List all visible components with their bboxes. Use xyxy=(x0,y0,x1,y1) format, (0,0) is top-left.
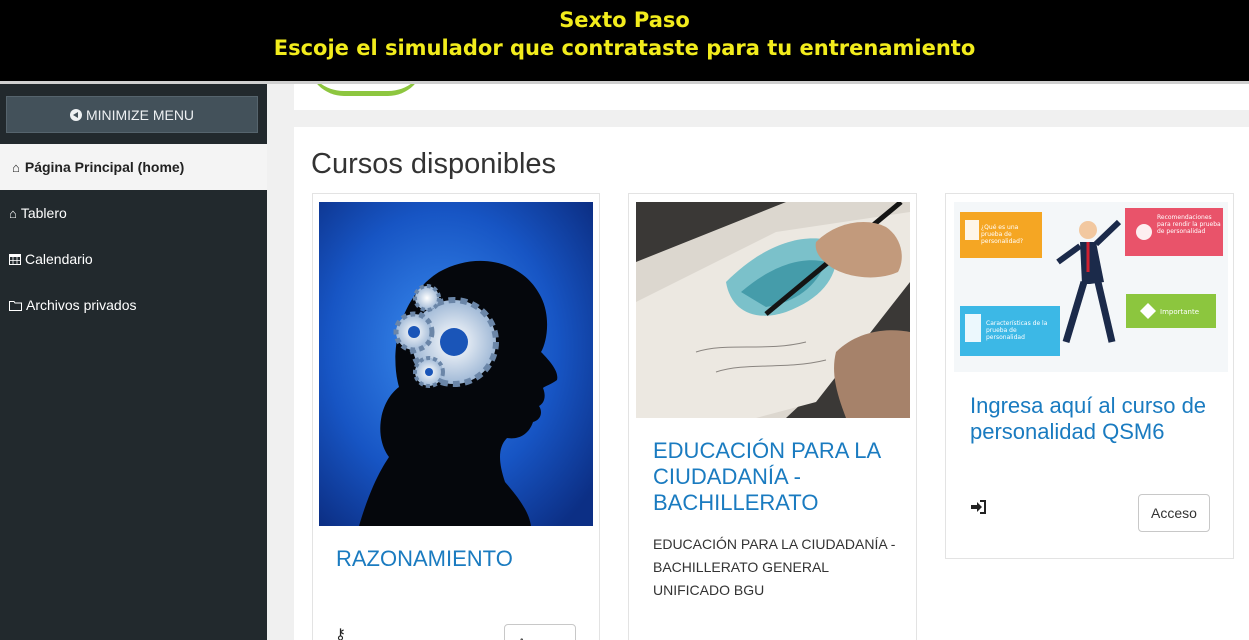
page-header xyxy=(294,84,1249,110)
banner-title: Sexto Paso xyxy=(559,8,690,32)
sidebar-item-label: Archivos privados xyxy=(26,297,137,313)
calendar-icon xyxy=(9,254,21,265)
home-icon: ⌂ xyxy=(12,159,20,175)
access-button[interactable]: Acceso xyxy=(504,624,576,640)
page-title: Cursos disponibles xyxy=(311,148,557,180)
minimize-menu-label: MINIMIZE MENU xyxy=(85,106,195,123)
banner-subtitle: Escoje el simulador que contrataste para… xyxy=(273,36,976,60)
key-icon: ⚷ xyxy=(335,626,346,640)
course-summary: EDUCACIÓN PARA LA CIUDADANÍA - BACHILLER… xyxy=(653,536,896,598)
course-title-link[interactable]: RAZONAMIENTO xyxy=(336,546,586,572)
sidebar-item-label: Tablero xyxy=(20,205,67,221)
minimize-menu-button[interactable]: MINIMIZE MENU xyxy=(6,96,258,133)
sidebar-item-tablero[interactable]: ⌂ Tablero xyxy=(0,191,267,235)
sign-in-icon xyxy=(971,500,986,514)
caption-banner: Sexto Paso Escoje el simulador que contr… xyxy=(0,0,1249,81)
course-card-personalidad: ¿Qué es una prueba de personalidad? Reco… xyxy=(945,193,1234,559)
course-card-razonamiento: RAZONAMIENTO ⚷ Acceso xyxy=(312,193,600,640)
watercolor-painting-image[interactable] xyxy=(636,202,910,418)
banner-divider xyxy=(0,81,1249,84)
infographic-text: Recomendaciones para rendir la prueba de… xyxy=(1157,214,1221,235)
infographic-text: ¿Qué es una prueba de personalidad? xyxy=(981,224,1024,245)
sidebar-item-label: Página Principal (home) xyxy=(24,159,185,175)
infographic-text: Importante xyxy=(1160,308,1200,316)
folder-icon xyxy=(9,300,22,311)
access-button[interactable]: Acceso xyxy=(1138,494,1210,532)
course-card-educacion: EDUCACIÓN PARA LA CIUDADANÍA - BACHILLER… xyxy=(628,193,917,640)
circle-arrow-left-icon xyxy=(69,108,82,121)
sidebar-item-home[interactable]: ⌂ Página Principal (home) xyxy=(0,144,267,190)
sidebar-item-calendario[interactable]: Calendario xyxy=(0,237,267,281)
sidebar: MINIMIZE MENU ⌂ Página Principal (home) … xyxy=(0,84,267,640)
sidebar-item-archivos[interactable]: Archivos privados xyxy=(0,283,267,327)
head-gears-image[interactable] xyxy=(319,202,593,526)
course-title-link[interactable]: EDUCACIÓN PARA LA CIUDADANÍA - BACHILLER… xyxy=(653,438,903,516)
sidebar-item-label: Calendario xyxy=(25,251,93,267)
infographic-text: Características de la prueba de personal… xyxy=(986,320,1048,341)
home-icon: ⌂ xyxy=(9,205,17,221)
course-title-link[interactable]: Ingresa aquí al curso de personalidad QS… xyxy=(970,393,1220,445)
